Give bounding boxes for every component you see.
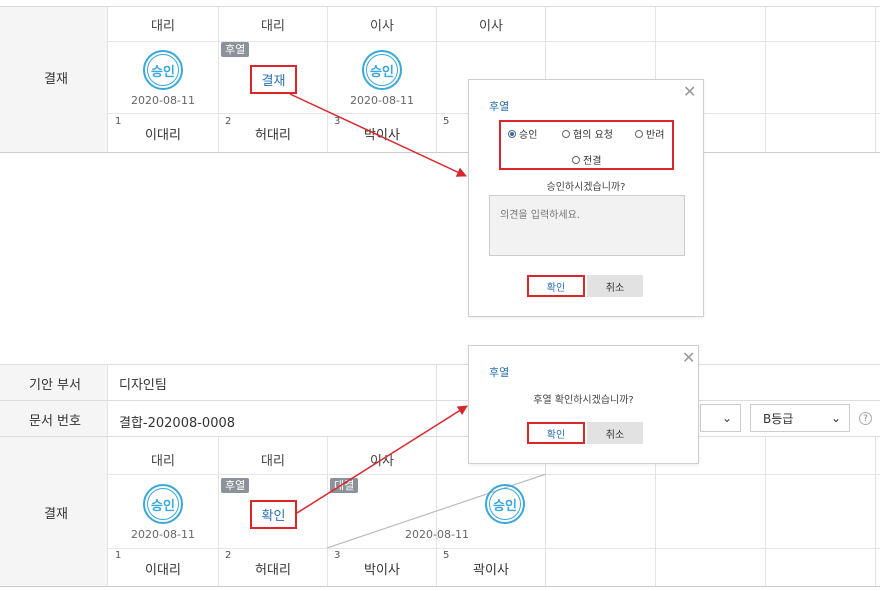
approval-stamp: 승인 xyxy=(143,50,183,90)
label-row-divider xyxy=(0,436,108,437)
form-bottom-border xyxy=(0,586,880,587)
form-top-border xyxy=(0,364,880,365)
approver-name: 이대리 xyxy=(145,128,181,143)
top-table-bottom-border xyxy=(0,152,880,153)
security-select[interactable]: ⌄ xyxy=(700,404,741,432)
cell-number: 5 xyxy=(443,116,450,127)
approver-name: 곽이사 xyxy=(473,563,509,578)
top-table-top-border xyxy=(0,6,880,7)
radio-label: 전결 xyxy=(583,156,602,167)
doc-number-value: 결합-202008-0008 xyxy=(119,416,236,431)
approver-name: 박이사 xyxy=(364,128,400,143)
form-label-column xyxy=(0,365,108,586)
dialog-title: 후열 xyxy=(489,366,510,379)
cancel-button[interactable]: 취소 xyxy=(587,422,643,444)
approval-date: 2020-08-11 xyxy=(350,94,414,107)
top-header-4: 이사 xyxy=(479,19,503,34)
radio-consult-request[interactable]: 협의 요청 xyxy=(562,126,613,141)
help-icon[interactable]: ? xyxy=(859,412,872,425)
bottom-header-2: 대리 xyxy=(261,454,285,469)
chevron-down-icon: ⌄ xyxy=(830,411,841,425)
field-divider xyxy=(436,365,437,436)
label-row-divider xyxy=(0,400,108,401)
approver-name: 허대리 xyxy=(255,128,291,143)
grade-select[interactable]: B등급 ⌄ xyxy=(750,404,850,432)
approve-link[interactable]: 결재 xyxy=(250,65,297,94)
form-row-divider xyxy=(0,400,880,401)
radio-label: 승인 xyxy=(519,130,538,141)
radio-selected-icon xyxy=(508,129,516,138)
grade-select-value: B등급 xyxy=(763,411,794,426)
col-divider xyxy=(765,7,766,152)
proxy-badge: 대결 xyxy=(330,478,359,493)
bottom-header-1: 대리 xyxy=(151,454,175,469)
dialog-title: 후열 xyxy=(489,100,510,113)
radio-label: 반려 xyxy=(646,130,665,141)
radio-icon xyxy=(635,129,643,138)
post-review-badge: 후열 xyxy=(221,478,250,493)
bottom-row-label: 결재 xyxy=(44,507,68,522)
radio-approve[interactable]: 승인 xyxy=(508,126,537,141)
radio-icon xyxy=(572,155,580,164)
radio-icon xyxy=(562,129,570,138)
approval-stamp: 승인 xyxy=(362,50,402,90)
cancel-button[interactable]: 취소 xyxy=(587,275,643,297)
chevron-down-icon: ⌄ xyxy=(721,411,732,425)
top-header-2: 대리 xyxy=(261,19,285,34)
post-review-dialog: 후열 ✕ 승인 협의 요청 반려 전결 승인하시겠습니까? 확인 취소 xyxy=(468,79,704,317)
col-divider xyxy=(875,437,876,586)
top-approval-table: 결재 대리 대리 이사 이사 승인 2020-08-11 1 이대리 후열 결재… xyxy=(0,0,880,154)
col-divider xyxy=(875,7,876,152)
doc-number-label: 문서 번호 xyxy=(29,414,81,429)
approver-name: 허대리 xyxy=(255,563,291,578)
approval-date: 2020-08-11 xyxy=(131,94,195,107)
confirm-button[interactable]: 확인 xyxy=(527,275,585,297)
form-row-divider xyxy=(0,436,880,437)
post-review-confirm-dialog: 후열 ✕ 후열 확인하시겠습니까? 확인 취소 xyxy=(468,345,699,464)
confirm-button[interactable]: 확인 xyxy=(527,422,585,444)
dialog-question: 승인하시겠습니까? xyxy=(546,182,626,193)
approval-date: 2020-08-11 xyxy=(405,528,469,541)
approval-date: 2020-08-11 xyxy=(131,528,195,541)
bottom-header-3: 이사 xyxy=(370,454,394,469)
approver-name: 박이사 xyxy=(364,563,400,578)
approval-stamp: 승인 xyxy=(485,484,525,524)
top-row-label: 결재 xyxy=(44,72,68,87)
dialog-question: 후열 확인하시겠습니까? xyxy=(533,395,634,406)
drafting-dept-value: 디자인팀 xyxy=(119,378,167,393)
top-header-1: 대리 xyxy=(151,19,175,34)
drafting-dept-label: 기안 부서 xyxy=(29,378,81,393)
bottom-document-form: 기안 부서 디자인팀 문서 번호 결합-202008-0008 ⌄ B등급 ⌄ ?… xyxy=(0,364,880,591)
close-icon[interactable]: ✕ xyxy=(682,350,695,366)
close-icon[interactable]: ✕ xyxy=(683,84,696,100)
post-review-badge: 후열 xyxy=(221,42,250,57)
approval-stamp: 승인 xyxy=(143,484,183,524)
approver-name: 이대리 xyxy=(145,563,181,578)
confirm-link[interactable]: 확인 xyxy=(250,500,297,529)
col-divider xyxy=(765,437,766,586)
radio-reject[interactable]: 반려 xyxy=(635,126,664,141)
comment-textarea[interactable] xyxy=(489,195,685,256)
help-icon-glyph: ? xyxy=(863,414,868,424)
radio-final-approval[interactable]: 전결 xyxy=(572,152,601,167)
radio-label: 협의 요청 xyxy=(573,130,613,141)
top-header-3: 이사 xyxy=(370,19,394,34)
